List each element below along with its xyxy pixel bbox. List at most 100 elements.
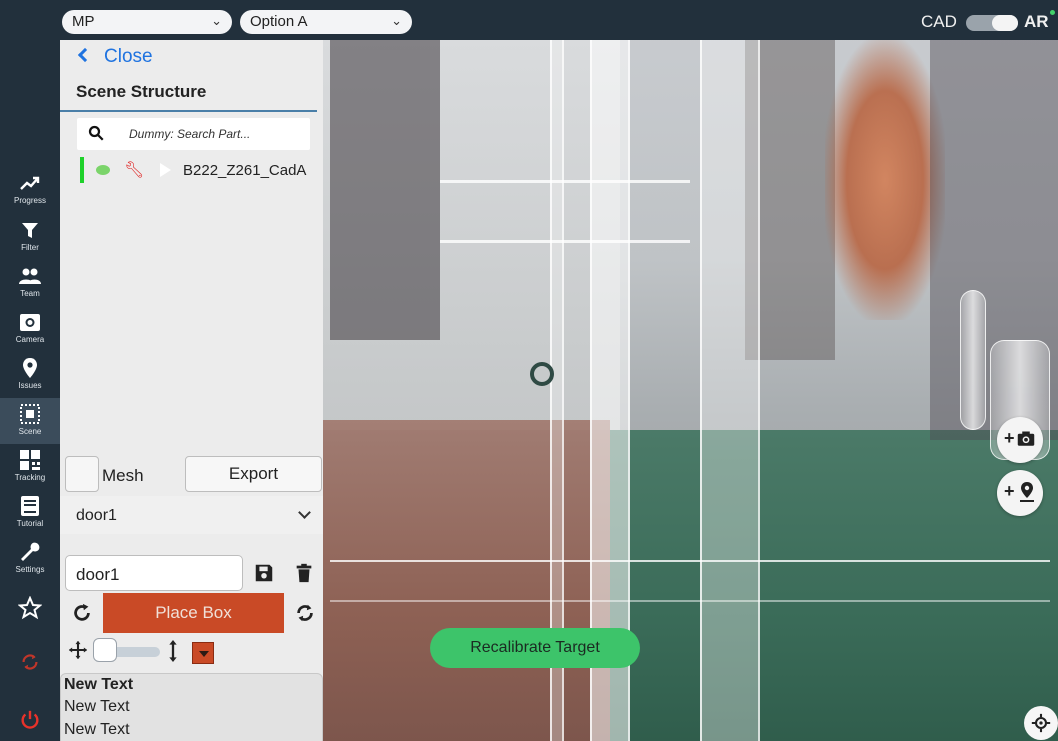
tree-item-label: B222_Z261_CadA [183,162,307,179]
scene-shelf [440,180,690,183]
nav-item-settings[interactable]: Settings [0,536,60,582]
book-icon [21,496,39,516]
scene-floor-red [320,420,610,741]
nav-item-issues[interactable]: Issues [0,352,60,398]
nav-label: Team [20,289,40,298]
nav-item-filter[interactable]: Filter [0,214,60,260]
place-box-button[interactable]: Place Box [103,593,284,633]
part-search-input[interactable]: Dummy: Search Part... [77,118,310,150]
wrench-icon [21,542,40,561]
nav-rail: Progress Filter Team Camera Issues Scene… [0,40,60,741]
dropdown-value: door1 [76,507,117,524]
search-icon [88,125,104,141]
option-select[interactable]: Option A ⌄ [240,10,412,34]
nav-item-scene[interactable]: Scene [0,398,60,444]
target-reticle [530,362,554,386]
mesh-label: Mesh [102,466,144,485]
toggle-knob [992,15,1018,31]
nav-label: Tutorial [16,519,44,528]
plus-icon: + [1004,481,1015,501]
power-icon [21,710,39,729]
nav-item-tracking[interactable]: Tracking [0,444,60,490]
team-icon [19,268,41,284]
add-issue-button[interactable]: + [997,470,1043,516]
project-select[interactable]: MP ⌄ [62,10,232,34]
chevron-left-icon [77,47,93,63]
tree-item[interactable]: 🔧︎ B222_Z261_CadA [78,157,318,183]
caret-down-icon [199,651,209,657]
scene-icon [20,404,40,424]
mode-cad-label: CAD [921,12,957,31]
nav-label: Tracking [14,473,46,482]
nav-label: Filter [21,243,39,252]
nav-item-tutorial[interactable]: Tutorial [0,490,60,536]
camera-icon [20,314,40,331]
scene-tube [960,290,986,430]
chevron-down-icon [298,506,311,519]
recenter-button[interactable] [1024,706,1058,740]
nav-label: Settings [15,565,45,574]
text-line: New Text [64,698,130,715]
nav-label: Camera [15,335,45,344]
move-icon [68,640,88,660]
scene-shelf [440,240,690,243]
close-label: Close [104,46,153,67]
mode-ar-label: AR [1024,12,1049,31]
add-photo-button[interactable]: + [997,417,1043,463]
scene-shelf [330,560,1050,562]
scene-pillar [700,40,760,741]
scene-structure-panel: Close Scene Structure Dummy: Search Part… [60,40,323,741]
eye-icon[interactable] [96,165,110,175]
trash-icon[interactable] [293,562,315,584]
cad-ar-toggle[interactable] [966,15,1018,31]
sync-icon [22,654,38,670]
refresh-icon[interactable] [294,602,316,624]
project-select-value: MP [72,13,95,30]
nav-label: Scene [18,427,42,436]
expand-arrow-icon[interactable] [160,163,171,177]
mesh-checkbox[interactable] [65,456,99,492]
nav-item-camera[interactable]: Camera [0,306,60,352]
nav-label: Progress [13,196,46,205]
option-select-value: Option A [250,13,308,30]
text-line: New Text [64,676,134,693]
vertical-arrows-icon [169,640,177,662]
title-divider [60,110,317,112]
scene-floor-green [610,430,1058,741]
text-output-box: New Text New Text New Text [60,673,323,741]
power-button[interactable] [0,709,60,736]
search-placeholder: Dummy: Search Part... [129,127,251,141]
text-line: New Text [64,721,130,738]
scene-cables [825,40,945,320]
star-icon [17,595,43,620]
save-icon[interactable] [253,562,275,584]
panel-title: Scene Structure [76,82,207,101]
recalibrate-target-button[interactable]: Recalibrate Target [430,628,640,668]
scene-shelf [330,600,1050,602]
object-dropdown[interactable]: door1 [60,496,323,534]
close-button[interactable]: Close [77,46,153,68]
scene-shadow [330,40,440,340]
nav-item-team[interactable]: Team [0,260,60,306]
nav-item-progress[interactable]: Progress [0,167,60,213]
plus-icon: + [1004,428,1015,448]
ar-status-dot [1050,10,1055,15]
favorites-button[interactable] [0,595,60,625]
nav-label: Issues [18,381,42,390]
camera-icon [1017,431,1035,446]
filter-icon [22,223,38,238]
slider-knob[interactable] [93,638,117,662]
sync-button[interactable] [0,651,60,678]
reset-icon[interactable] [71,602,93,624]
collapse-toggle-button[interactable] [192,642,214,664]
chevron-down-icon: ⌄ [391,13,402,28]
selection-indicator [80,157,84,183]
chevron-down-icon: ⌄ [211,13,222,28]
progress-icon [20,176,40,190]
qr-code-icon [20,450,40,470]
export-button[interactable]: Export [185,456,322,492]
top-bar: MP ⌄ Option A ⌄ CAD AR [0,0,1058,40]
wrench-icon[interactable]: 🔧︎ [124,160,144,180]
object-name-input[interactable]: door1 [65,555,243,591]
map-pin-icon [1020,482,1034,502]
